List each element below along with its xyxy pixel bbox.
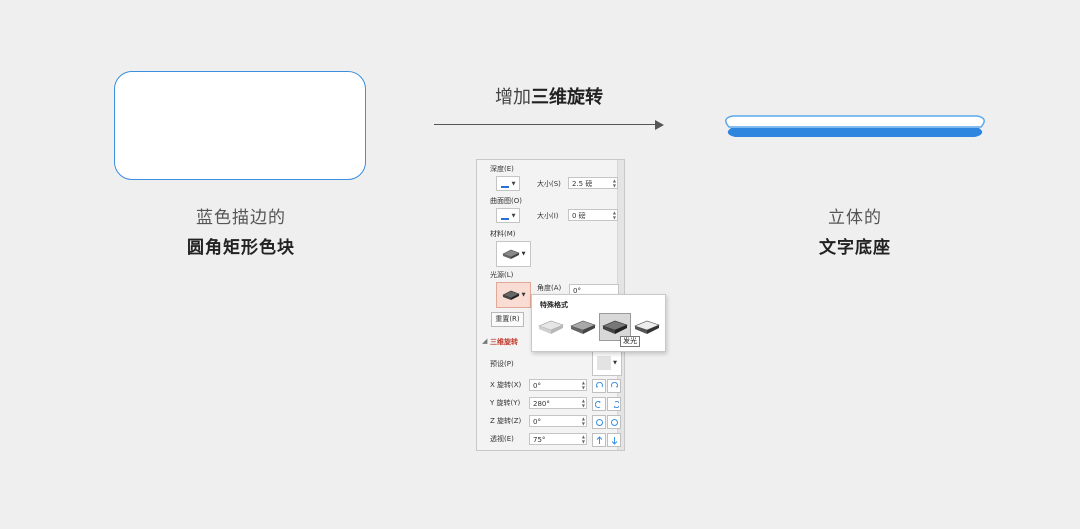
contour-size-input[interactable]: 0 磅 ▲ ▼ <box>568 209 618 221</box>
spinner-icon[interactable]: ▲ ▼ <box>613 210 616 220</box>
contour-color-button[interactable]: ▼ <box>496 208 520 223</box>
contour-size-label: 大小(I) <box>537 212 559 220</box>
perspective-value: 75° <box>533 436 546 444</box>
arrow-up-icon[interactable] <box>592 433 606 447</box>
spinner-icon[interactable]: ▲ ▼ <box>582 416 585 426</box>
arrow-line <box>434 124 656 125</box>
depth-size-value: 2.5 磅 <box>572 180 593 188</box>
chevron-down-icon: ▼ <box>521 292 526 298</box>
depth-color-button[interactable]: ▼ <box>496 176 520 191</box>
lighting-label: 光源(L) <box>490 271 514 279</box>
popup-title: 特殊格式 <box>540 301 568 309</box>
lighting-button[interactable]: ▼ <box>496 282 531 308</box>
perspective-input[interactable]: 75° ▲ ▼ <box>529 433 587 445</box>
rotate-right-icon[interactable] <box>607 379 621 393</box>
y-rotation-label: Y 旋转(Y) <box>490 399 521 407</box>
spinner-icon[interactable]: ▲ ▼ <box>582 398 585 408</box>
y-rotation-input[interactable]: 280° ▲ ▼ <box>529 397 587 409</box>
material-icon <box>501 249 520 259</box>
chevron-down-icon: ▼ <box>521 251 526 257</box>
chevron-down-icon: ▼ <box>511 212 516 219</box>
x-rotation-input[interactable]: 0° ▲ ▼ <box>529 379 587 391</box>
material-popup: 特殊格式 发光 <box>531 294 666 352</box>
spinner-icon[interactable]: ▲ ▼ <box>613 178 616 188</box>
arrow-head-icon <box>655 120 664 130</box>
material-button[interactable]: ▼ <box>496 241 531 267</box>
rotate-left-icon[interactable] <box>592 379 606 393</box>
arrow-title: 增加三维旋转 <box>434 83 664 109</box>
preset-button[interactable]: ▼ <box>592 350 622 376</box>
y-rotation-value: 280° <box>533 400 550 408</box>
lighting-icon <box>501 290 520 300</box>
z-rotation-value: 0° <box>533 418 541 426</box>
depth-label: 深度(E) <box>490 165 514 173</box>
fill-color-icon <box>500 180 509 188</box>
contour-label: 曲面图(O) <box>490 197 522 205</box>
fill-color-icon <box>500 212 509 220</box>
outlined-rounded-rectangle <box>114 71 366 180</box>
section-3d-rotation[interactable]: 三维旋转 <box>490 337 518 347</box>
material-option-2[interactable] <box>567 313 599 341</box>
spinner-icon[interactable]: ▲ ▼ <box>582 380 585 390</box>
spinner-icon[interactable]: ▲ ▼ <box>582 434 585 444</box>
preset-icon <box>597 356 612 370</box>
contour-size-value: 0 磅 <box>572 212 586 220</box>
collapse-triangle-icon[interactable]: ◢ <box>482 337 487 345</box>
chevron-down-icon: ▼ <box>511 180 516 187</box>
3d-base-shape <box>725 115 985 137</box>
material-option-1[interactable] <box>535 313 567 341</box>
x-rotation-label: X 旋转(X) <box>490 381 522 389</box>
arrow-title-bold: 三维旋转 <box>531 87 603 108</box>
x-rotation-value: 0° <box>533 382 541 390</box>
left-caption-line1: 蓝色描边的 <box>196 208 286 228</box>
z-rotation-label: Z 旋转(Z) <box>490 417 522 425</box>
arrow-title-normal: 增加 <box>495 87 531 108</box>
rotate-clockwise-icon[interactable] <box>607 415 621 429</box>
material-label: 材料(M) <box>490 230 516 238</box>
chevron-down-icon: ▼ <box>613 360 617 366</box>
right-caption-line2: 文字底座 <box>819 238 891 258</box>
angle-label: 角度(A) <box>537 284 562 292</box>
depth-size-input[interactable]: 2.5 磅 ▲ ▼ <box>568 177 618 189</box>
right-caption-line1: 立体的 <box>828 208 882 228</box>
depth-size-label: 大小(S) <box>537 180 561 188</box>
arrow-down-icon[interactable] <box>607 433 621 447</box>
tooltip: 发光 <box>620 336 640 347</box>
rotate-counterclockwise-icon[interactable] <box>592 415 606 429</box>
z-rotation-input[interactable]: 0° ▲ ▼ <box>529 415 587 427</box>
rotate-up-icon[interactable] <box>592 397 606 411</box>
reset-button[interactable]: 重置(R) <box>491 312 524 327</box>
rotate-down-icon[interactable] <box>607 397 621 411</box>
left-caption-line2: 圆角矩形色块 <box>187 238 295 258</box>
preset-label: 预设(P) <box>490 360 514 368</box>
perspective-label: 透视(E) <box>490 435 514 443</box>
